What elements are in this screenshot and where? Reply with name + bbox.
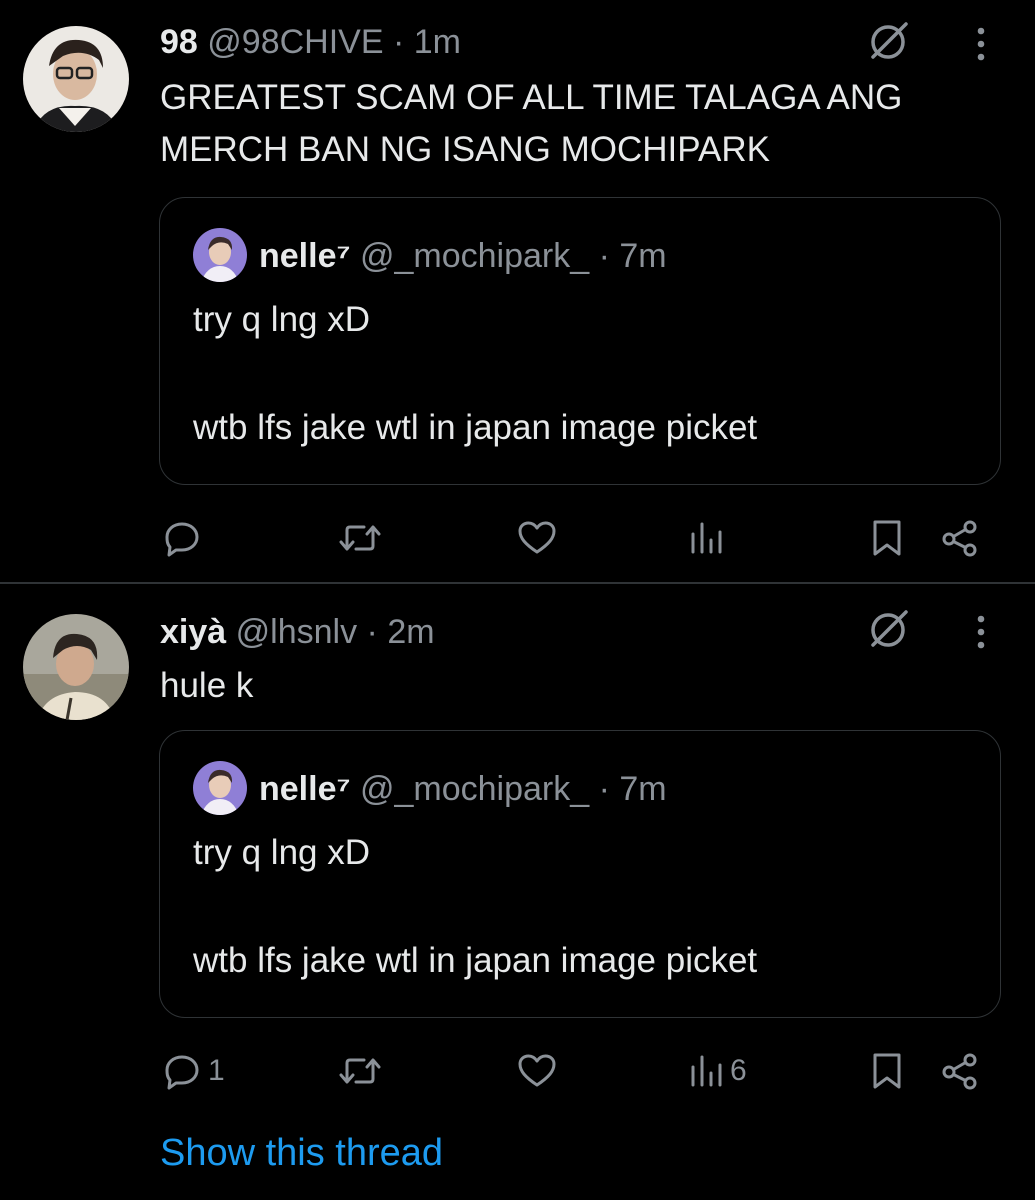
tweet[interactable]: 98 @98CHIVE · 1m GREATEST SCAM OF ALL TI… — [0, 0, 1035, 582]
like-button[interactable] — [516, 513, 558, 563]
views-button[interactable] — [688, 513, 730, 563]
retweet-icon — [338, 1051, 382, 1091]
quote-header: nelle⁷ @_mochipark_ · 7m — [259, 769, 667, 809]
share-button[interactable] — [940, 1046, 980, 1096]
quote-text-line: wtb lfs jake wtl in japan image picket — [193, 408, 758, 447]
reply-icon — [162, 1051, 202, 1091]
reply-count: 1 — [208, 1054, 225, 1087]
separator: · — [366, 613, 378, 651]
quote-tweet[interactable]: nelle⁷ @_mochipark_ · 7m try q lng xD wt… — [159, 730, 1001, 1018]
show-thread-link[interactable]: Show this thread — [160, 1130, 443, 1176]
quote-avatar — [193, 761, 247, 815]
quote-display-name: nelle⁷ — [259, 770, 351, 808]
bookmark-button[interactable] — [870, 513, 904, 563]
separator: · — [392, 23, 405, 61]
quote-text-line: try q lng xD — [193, 300, 370, 339]
like-icon — [516, 1051, 558, 1091]
action-bar — [0, 513, 1035, 563]
timestamp[interactable]: 1m — [414, 23, 461, 61]
quote-handle: @_mochipark_ — [359, 770, 590, 808]
quote-handle: @_mochipark_ — [359, 237, 590, 275]
quote-timestamp: 7m — [619, 770, 667, 808]
reply-button[interactable] — [162, 513, 208, 563]
quote-tweet[interactable]: nelle⁷ @_mochipark_ · 7m try q lng xD wt… — [159, 197, 1001, 485]
tweet-text: GREATEST SCAM OF ALL TIME TALAGA ANG MER… — [160, 78, 903, 169]
retweet-button[interactable] — [338, 513, 382, 563]
views-button[interactable]: 6 — [688, 1046, 747, 1096]
retweet-icon — [338, 518, 382, 558]
tweet[interactable]: xiyà @lhsnlv · 2m hule k nelle⁷ @_mochip… — [0, 584, 1035, 1200]
views-icon — [688, 518, 724, 558]
reply-icon — [162, 518, 202, 558]
more-icon[interactable] — [974, 24, 988, 64]
quote-avatar — [193, 228, 247, 282]
bookmark-button[interactable] — [870, 1046, 904, 1096]
tweet-header: xiyà @lhsnlv · 2m — [160, 612, 435, 652]
action-bar: 1 6 — [0, 1046, 1035, 1096]
display-name[interactable]: xiyà — [160, 613, 226, 651]
more-icon[interactable] — [974, 612, 988, 652]
quote-separator: · — [598, 237, 610, 275]
views-icon — [688, 1051, 724, 1091]
share-button[interactable] — [940, 513, 980, 563]
retweet-button[interactable] — [338, 1046, 382, 1096]
handle[interactable]: @lhsnlv — [236, 613, 357, 651]
views-count: 6 — [730, 1054, 747, 1087]
quote-timestamp: 7m — [619, 237, 667, 275]
like-icon — [516, 518, 558, 558]
avatar[interactable] — [23, 26, 129, 132]
display-name[interactable]: 98 — [160, 23, 198, 61]
reply-button[interactable]: 1 — [162, 1046, 225, 1096]
avatar[interactable] — [23, 614, 129, 720]
grok-icon[interactable] — [866, 608, 910, 652]
quote-display-name: nelle⁷ — [259, 237, 351, 275]
bookmark-icon — [870, 518, 904, 558]
bookmark-icon — [870, 1051, 904, 1091]
timestamp[interactable]: 2m — [387, 613, 434, 651]
quote-header: nelle⁷ @_mochipark_ · 7m — [259, 236, 667, 276]
like-button[interactable] — [516, 1046, 558, 1096]
quote-separator: · — [598, 770, 610, 808]
share-icon — [940, 518, 980, 558]
share-icon — [940, 1051, 980, 1091]
grok-icon[interactable] — [866, 20, 910, 64]
handle[interactable]: @98CHIVE — [207, 23, 383, 61]
tweet-text: hule k — [160, 666, 254, 705]
quote-text-line: try q lng xD — [193, 833, 370, 872]
tweet-header: 98 @98CHIVE · 1m — [160, 22, 461, 62]
quote-text-line: wtb lfs jake wtl in japan image picket — [193, 941, 758, 980]
